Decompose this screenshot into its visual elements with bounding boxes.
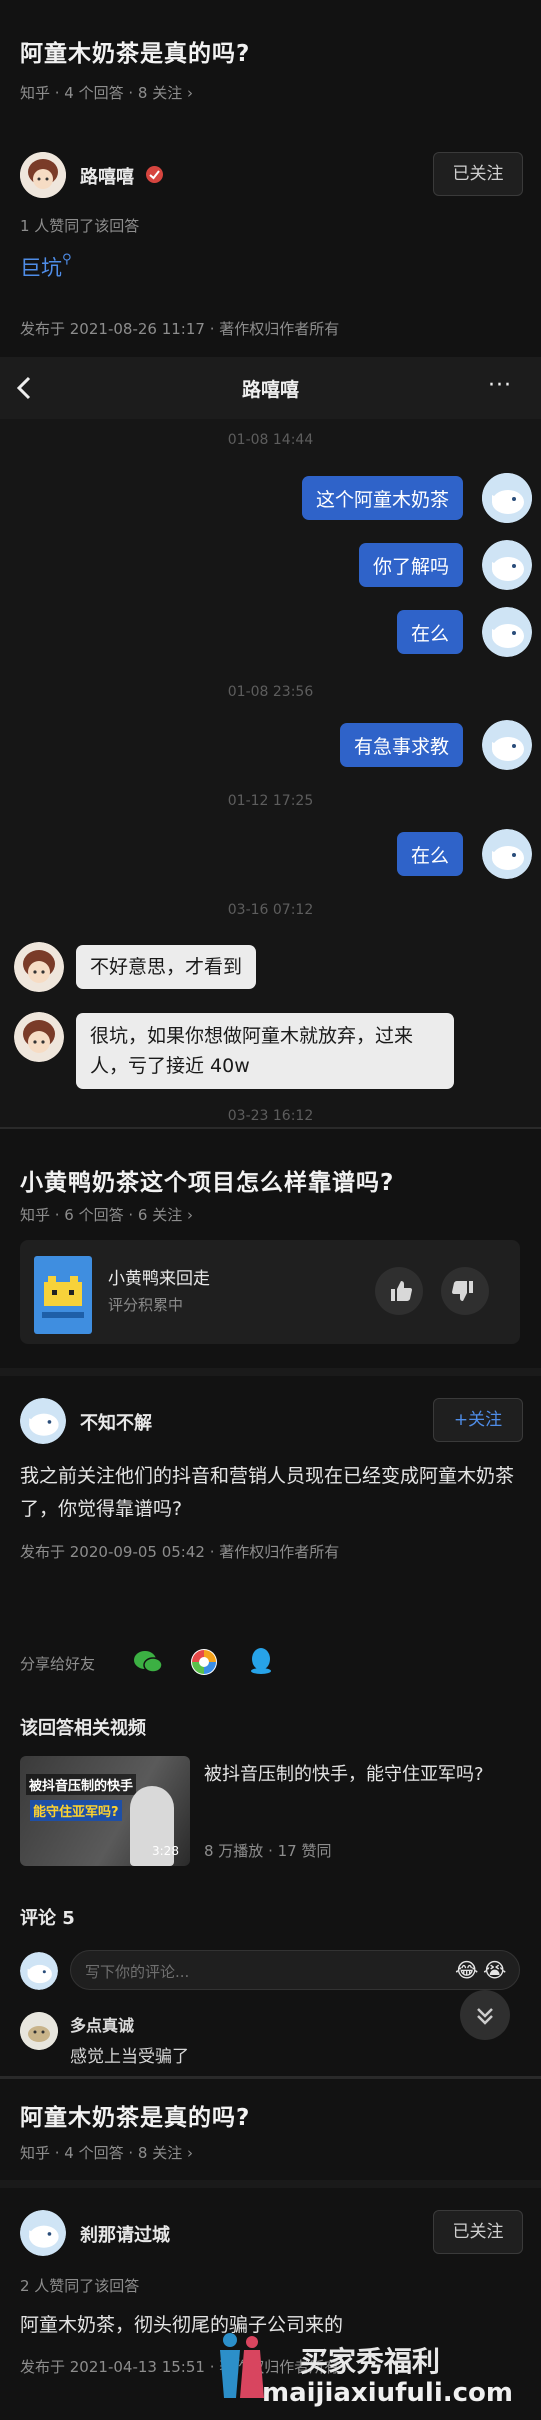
divider (0, 2180, 541, 2188)
my-avatar[interactable] (482, 540, 532, 590)
question-title[interactable]: 阿童木奶茶是真的吗? (20, 2098, 250, 2132)
question-meta[interactable]: 知乎 · 4 个回答 · 8 关注 › (20, 2142, 193, 2163)
message-bubble-received[interactable]: 很坑，如果你想做阿童木就放弃，过来人，亏了接近 40w (76, 1013, 454, 1089)
chat-timestamp: 01-12 17:25 (227, 793, 314, 809)
double-chevron-down-icon (477, 2008, 493, 2025)
message-bubble-sent[interactable]: 你了解吗 (358, 543, 463, 587)
avatar-girl-icon (20, 152, 66, 198)
qq-share-icon[interactable] (247, 1646, 275, 1680)
section-divider (0, 2076, 541, 2079)
chat-timestamp: 03-23 16:12 (227, 1108, 314, 1124)
question-title[interactable]: 小黄鸭奶茶这个项目怎么样靠谱吗? (20, 1163, 394, 1197)
avatar-bird-icon (482, 720, 532, 770)
comment-input[interactable]: 写下你的评论... 😂 😭 (70, 1950, 520, 1990)
chat-header: 路嘻嘻 ··· (0, 357, 541, 419)
search-icon[interactable]: ⚲ (62, 252, 72, 267)
question-meta[interactable]: 知乎 · 6 个回答 · 6 关注 › (20, 1204, 193, 1225)
verified-badge-icon (146, 166, 163, 183)
followed-button[interactable]: 已关注 (433, 152, 523, 196)
message-bubble-sent[interactable]: 有急事求教 (339, 723, 463, 767)
watermark-line1: 买家秀福利 (300, 2345, 441, 2378)
my-avatar[interactable] (482, 829, 532, 879)
publish-info: 发布于 2020-09-05 05:42 · 著作权归作者所有 (20, 1543, 340, 1561)
avatar-bird-icon (20, 1398, 66, 1444)
chat-timestamp: 01-08 23:56 (227, 684, 314, 700)
author-avatar[interactable] (20, 2210, 66, 2256)
my-avatar[interactable] (482, 473, 532, 523)
moments-share-icon[interactable] (190, 1648, 218, 1680)
avatar-bird-icon (482, 540, 532, 590)
my-avatar[interactable] (482, 607, 532, 657)
avatar-girl-icon (14, 942, 64, 992)
brand-logo-icon (34, 1256, 92, 1334)
emoji-laugh-icon[interactable]: 😂 (455, 1958, 478, 1982)
follow-button[interactable]: +关注 (433, 1398, 523, 1442)
avatar-dog-icon (20, 2012, 58, 2050)
avatar-bird-icon (482, 473, 532, 523)
contact-avatar[interactable] (14, 942, 64, 992)
question-meta[interactable]: 知乎 · 4 个回答 · 8 关注 › (20, 82, 193, 103)
wechat-share-icon[interactable] (133, 1648, 163, 1680)
video-thumb-line2: 能守住亚军吗? (30, 1800, 122, 1821)
author-name[interactable]: 刹那请过城 (80, 2221, 170, 2247)
message-bubble-sent[interactable]: 在么 (396, 610, 463, 654)
more-options-icon[interactable]: ··· (488, 373, 512, 398)
comment-placeholder: 写下你的评论... (85, 1963, 190, 1981)
author-avatar[interactable] (20, 152, 66, 198)
chat-contact-name: 路嘻嘻 (241, 379, 299, 401)
answer-text[interactable]: 巨坑⚲ (20, 252, 72, 282)
chat-timestamp: 01-08 14:44 (227, 432, 314, 448)
video-thumbnail[interactable]: 被抖音压制的快手 能守住亚军吗? 3:28 (20, 1756, 190, 1866)
video-thumb-line1: 被抖音压制的快手 (26, 1774, 137, 1795)
emoji-cry-icon[interactable]: 😭 (483, 1958, 506, 1982)
avatar-bird-icon (482, 607, 532, 657)
my-avatar (20, 1952, 58, 1990)
avatar-bird-icon (20, 2210, 66, 2256)
publish-info: 发布于 2021-08-26 11:17 · 著作权归作者所有 (20, 320, 340, 338)
brand-card[interactable]: 小黄鸭来回走 评分积累中 (20, 1240, 520, 1344)
thumb-down-icon (452, 1281, 473, 1301)
thumb-down-button[interactable] (441, 1267, 489, 1315)
section-divider (0, 1127, 541, 1129)
comments-heading: 评论 5 (20, 1908, 75, 1929)
share-label: 分享给好友 (20, 1655, 96, 1673)
author-avatar[interactable] (20, 1398, 66, 1444)
my-avatar[interactable] (482, 720, 532, 770)
divider (0, 1368, 541, 1376)
chat-timestamp: 03-16 07:12 (227, 902, 314, 918)
related-video-heading: 该回答相关视频 (20, 1718, 146, 1739)
video-title[interactable]: 被抖音压制的快手，能守住亚军吗? (204, 1760, 522, 1790)
scroll-down-button[interactable] (460, 1990, 510, 2040)
video-duration: 3:28 (152, 1844, 179, 1858)
question-title[interactable]: 阿童木奶茶是真的吗? (20, 34, 250, 68)
brand-rating: 评分积累中 (108, 1296, 184, 1314)
comment-author[interactable]: 多点真诚 (70, 2012, 134, 2036)
publish-info: 发布于 2021-04-13 15:51 · 著作权归作者所有 (20, 2358, 340, 2376)
message-bubble-sent[interactable]: 在么 (396, 832, 463, 876)
like-count: 1 人赞同了该回答 (20, 217, 140, 235)
thumb-up-icon (391, 1281, 412, 1301)
like-count: 2 人赞同了该回答 (20, 2277, 140, 2295)
watermark-line2: maijiaxiufuli.com (262, 2378, 513, 2408)
avatar-bird-icon (482, 829, 532, 879)
author-name[interactable]: 不知不解 (80, 1409, 152, 1435)
comment-text: 感觉上当受骗了 (70, 2047, 189, 2067)
message-bubble-sent[interactable]: 这个阿童木奶茶 (301, 476, 463, 520)
answer-text-content: 巨坑 (20, 256, 62, 280)
avatar-bird-icon (20, 1952, 58, 1990)
author-name[interactable]: 路嘻嘻 (80, 163, 134, 189)
message-bubble-received[interactable]: 不好意思，才看到 (76, 945, 257, 989)
answer-text[interactable]: 我之前关注他们的抖音和营销人员现在已经变成阿童木奶茶了，你觉得靠谱吗? (20, 1460, 525, 1526)
video-stats: 8 万播放 · 17 赞同 (204, 1842, 332, 1860)
brand-name[interactable]: 小黄鸭来回走 (108, 1264, 210, 1289)
commenter-avatar[interactable] (20, 2012, 58, 2050)
avatar-girl-icon (14, 1012, 64, 1062)
answer-text[interactable]: 阿童木奶茶，彻头彻尾的骗子公司来的 (20, 2310, 343, 2337)
contact-avatar[interactable] (14, 1012, 64, 1062)
thumb-up-button[interactable] (375, 1267, 423, 1315)
followed-button[interactable]: 已关注 (433, 2210, 523, 2254)
